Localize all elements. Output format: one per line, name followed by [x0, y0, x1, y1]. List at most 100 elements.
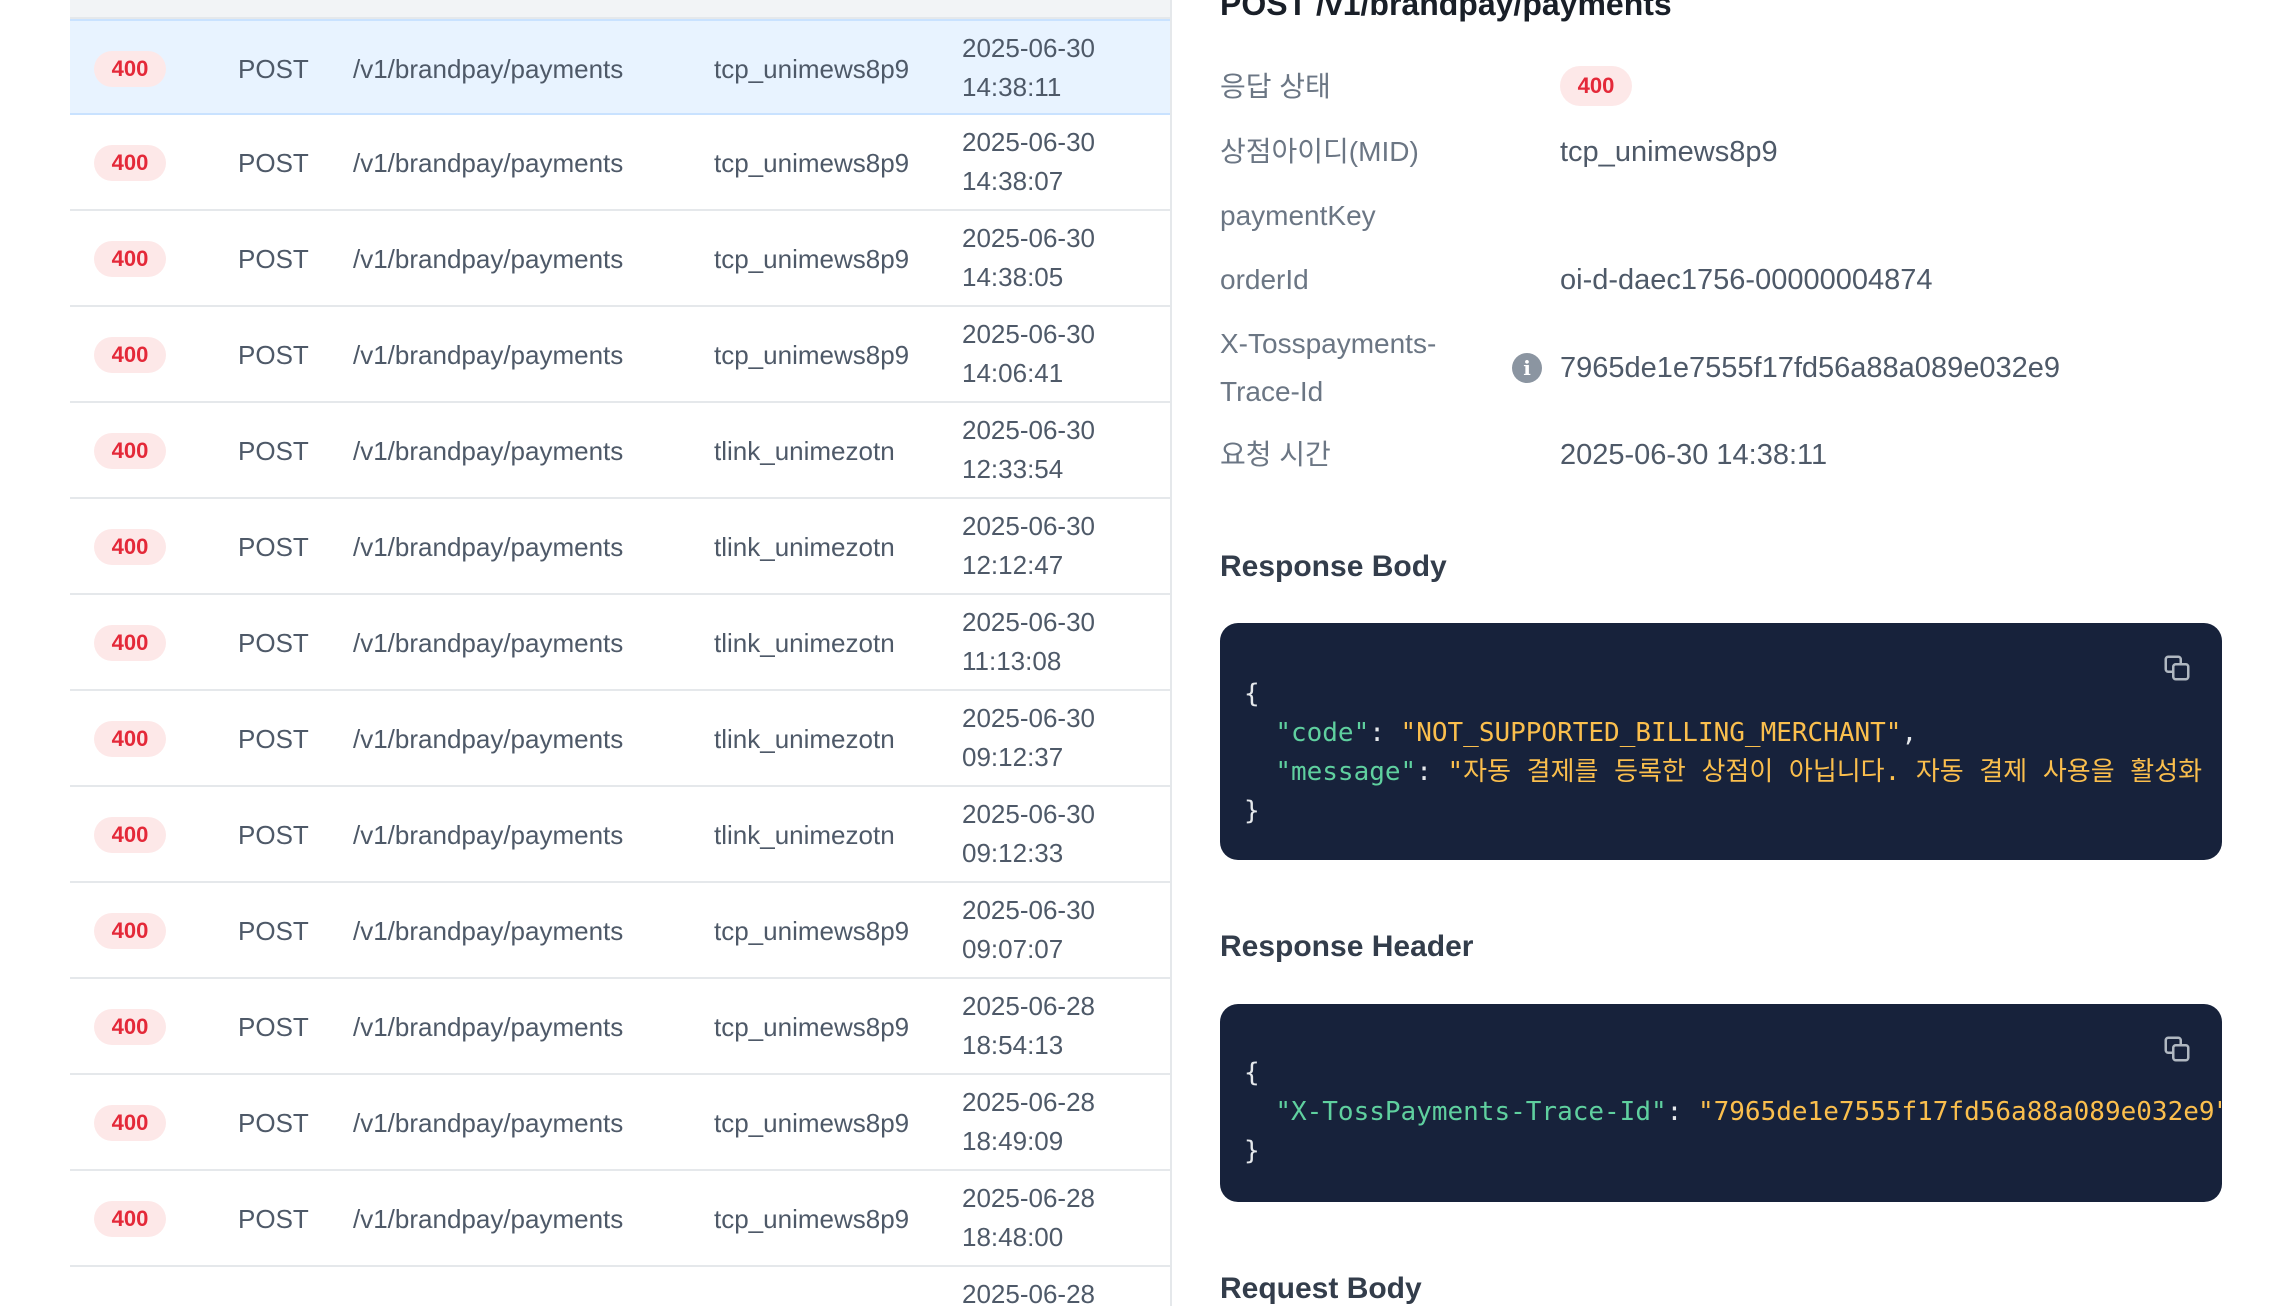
table-row[interactable]: 400 POST/v1/brandpay/payments tcp_unimews8…	[70, 115, 1170, 211]
table-row[interactable]: 400 POST/v1/brandpay/payments tcp_unimews8…	[70, 979, 1170, 1075]
trace-value: "7965de1e7555f17fd56a88a089e032e9"	[1697, 1097, 2222, 1127]
api-log-table: 400 POST/v1/brandpay/payments tcp_unimews8…	[70, 0, 1172, 1306]
mid-cell: tcp_unimews8p9	[714, 244, 910, 274]
datetime-cell: 2025-06-30 09:12:37	[962, 699, 1095, 777]
date-text: 2025-06-28	[962, 1279, 1095, 1306]
path-cell: /v1/brandpay/payments	[353, 1012, 624, 1042]
response-body-code: { "code": "NOT_SUPPORTED_BILLING_MERCHAN…	[1220, 623, 2222, 860]
method-cell: POST	[238, 820, 309, 850]
status-badge: 400	[94, 145, 166, 181]
method-cell: POST	[238, 1204, 309, 1234]
mid-cell: tlink_unimezotn	[714, 532, 895, 562]
copy-icon[interactable]	[2162, 1034, 2192, 1064]
time-text: 11:13:08	[962, 646, 1062, 676]
response-body-content: { "code": "NOT_SUPPORTED_BILLING_MERCHAN…	[1244, 679, 2203, 826]
status-label: 응답 상태	[1220, 71, 1331, 102]
mid-cell: tlink_unimezotn	[714, 820, 895, 850]
date-text: 2025-06-30	[962, 703, 1095, 733]
log-detail-panel: POST /v1/brandpay/payments 응답 상태 400 상점아…	[1220, 0, 2280, 1306]
response-header-content: { "X-TossPayments-Trace-Id": "7965de1e75…	[1244, 1054, 2222, 1171]
date-text: 2025-06-28	[962, 1183, 1095, 1213]
datetime-cell: 2025-06-30 11:13:08	[962, 603, 1095, 681]
datetime-cell: 2025-06-30 14:38:07	[962, 123, 1095, 201]
date-text: 2025-06-30	[962, 319, 1095, 349]
request-time-value: 2025-06-30 14:38:11	[1560, 439, 1828, 471]
status-badge: 400	[94, 529, 166, 565]
table-row[interactable]: 400 POST/v1/brandpay/payments tlink_unimez…	[70, 499, 1170, 595]
trace-key: "X-TossPayments-Trace-Id"	[1275, 1097, 1667, 1127]
status-badge: 400	[94, 1105, 166, 1141]
method-cell: POST	[238, 724, 309, 754]
method-cell: POST	[238, 628, 309, 658]
path-cell: /v1/brandpay/payments	[353, 1204, 624, 1234]
path-cell: /v1/brandpay/payments	[353, 54, 624, 84]
table-row[interactable]: 400 POST/v1/brandpay/payments tlink_unimez…	[70, 595, 1170, 691]
path-cell: /v1/brandpay/payments	[353, 340, 624, 370]
path-cell: /v1/brandpay/payments	[353, 1108, 624, 1138]
method-cell: POST	[238, 148, 309, 178]
mid-cell: tlink_unimezotn	[714, 628, 895, 658]
table-row[interactable]: 400 POST/v1/brandpay/payments tcp_unimews8…	[70, 307, 1170, 403]
status-badge: 400	[94, 51, 166, 87]
table-row[interactable]: 400 POST/v1/brandpay/payments tcp_unimews8…	[70, 883, 1170, 979]
datetime-cell: 2025-06-30 09:07:07	[962, 891, 1095, 969]
status-badge: 400	[94, 1201, 166, 1237]
date-text: 2025-06-28	[962, 1087, 1095, 1117]
mid-label: 상점아이디(MID)	[1220, 136, 1419, 167]
mid-cell: tcp_unimews8p9	[714, 1108, 910, 1138]
status-badge: 400	[94, 1009, 166, 1045]
copy-icon[interactable]	[2162, 653, 2192, 683]
datetime-cell: 2025-06-30 14:38:05	[962, 219, 1095, 297]
message-value: "자동 결제를 등록한 상점이 아닙니다. 자동 결제 사용을 활성화	[1447, 757, 2203, 787]
date-text: 2025-06-30	[962, 223, 1095, 253]
method-cell: POST	[238, 532, 309, 562]
mid-cell: tcp_unimews8p9	[714, 148, 910, 178]
status-badge: 400	[94, 913, 166, 949]
code-key: "code"	[1275, 718, 1370, 748]
datetime-cell: 2025-06-28 18:48:00	[962, 1179, 1095, 1257]
time-text: 14:38:07	[962, 166, 1064, 196]
method-cell: POST	[238, 1012, 309, 1042]
mid-cell: tcp_unimews8p9	[714, 1204, 910, 1234]
datetime-cell: 2025-06-30 12:12:47	[962, 507, 1095, 585]
datetime-cell: 2025-06-30 12:33:54	[962, 411, 1095, 489]
status-badge: 400	[94, 241, 166, 277]
table-row[interactable]: 400 POST/v1/brandpay/payments tlink_unimez…	[70, 691, 1170, 787]
datetime-cell: 2025-06-28 18:49:09	[962, 1083, 1095, 1161]
trace-id-label-line1: X-Tosspayments-	[1220, 328, 1437, 359]
mid-cell: tcp_unimews8p9	[714, 916, 910, 946]
status-badge: 400	[94, 433, 166, 469]
response-header-code: { "X-TossPayments-Trace-Id": "7965de1e75…	[1220, 1004, 2222, 1202]
table-row[interactable]: 400 POST/v1/brandpay/payments tcp_unimews8…	[70, 1171, 1170, 1267]
method-cell: POST	[238, 54, 309, 84]
detail-title: POST /v1/brandpay/payments	[1220, 0, 1672, 22]
path-cell: /v1/brandpay/payments	[353, 436, 624, 466]
table-row[interactable]: 400 POST/v1/brandpay/payments tcp_unimews8…	[70, 1075, 1170, 1171]
mid-cell: tcp_unimews8p9	[714, 54, 910, 84]
path-cell: /v1/brandpay/payments	[353, 916, 624, 946]
table-row[interactable]: 400 POST/v1/brandpay/payments tcp_unimews8…	[70, 211, 1170, 307]
status-badge: 400	[94, 337, 166, 373]
order-id-label: orderId	[1220, 264, 1309, 295]
time-text: 09:12:33	[962, 838, 1064, 868]
time-text: 09:07:07	[962, 934, 1064, 964]
status-badge: 400	[94, 721, 166, 757]
method-cell: POST	[238, 1108, 309, 1138]
date-text: 2025-06-28	[962, 991, 1095, 1021]
time-text: 14:38:05	[962, 262, 1064, 292]
table-row[interactable]: 400 POST/v1/brandpay/payments tlink_unimez…	[70, 403, 1170, 499]
method-cell: POST	[238, 436, 309, 466]
message-key: "message"	[1275, 757, 1417, 787]
table-row[interactable]: 400 POST/v1/brandpay/payments tcp_unimews8…	[70, 19, 1170, 115]
method-cell: POST	[238, 916, 309, 946]
path-cell: /v1/brandpay/payments	[353, 628, 624, 658]
info-icon[interactable]: i	[1512, 353, 1542, 383]
time-text: 18:49:09	[962, 1126, 1064, 1156]
mid-cell: tcp_unimews8p9	[714, 340, 910, 370]
datetime-cell: 2025-06-28 18:54:13	[962, 987, 1095, 1065]
response-header-title: Response Header	[1220, 930, 1474, 963]
table-row[interactable]: 400 POST/v1/brandpay/payments tlink_unimez…	[70, 787, 1170, 883]
path-cell: /v1/brandpay/payments	[353, 724, 624, 754]
status-badge: 400	[1560, 66, 1632, 106]
table-row[interactable]: 2025-06-28	[70, 1267, 1170, 1306]
